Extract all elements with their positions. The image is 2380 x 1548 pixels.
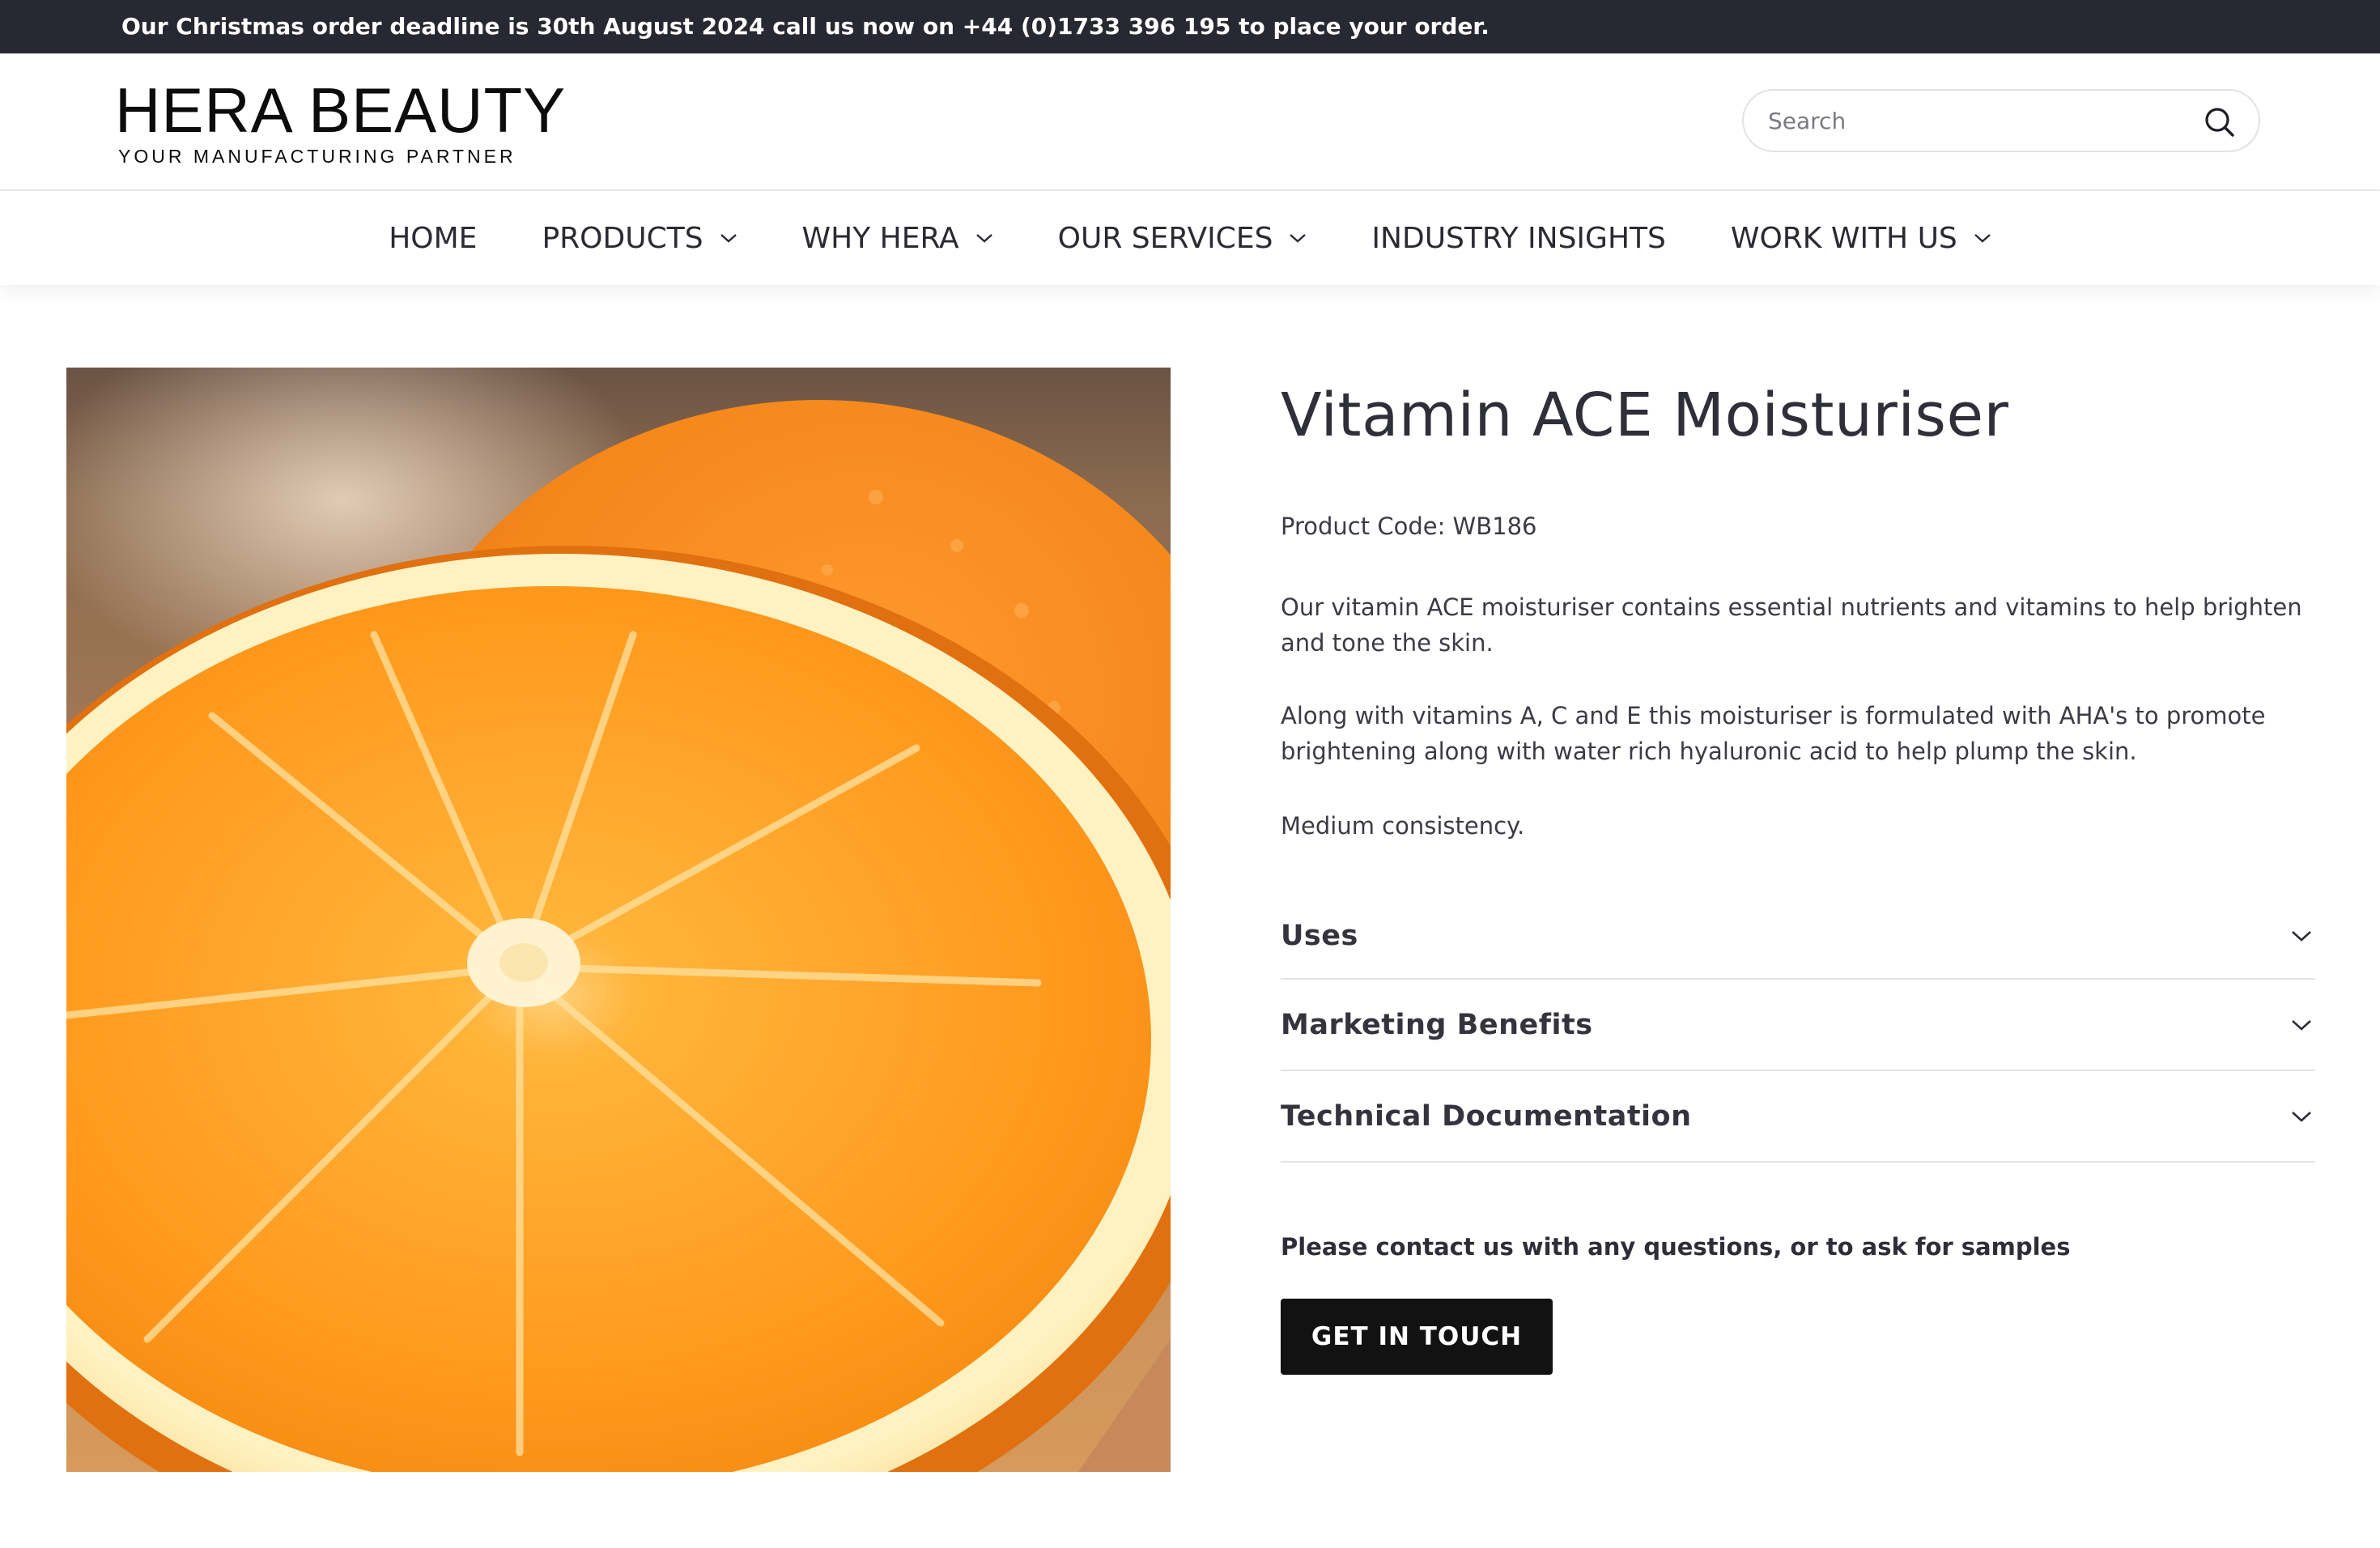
product-description: Our vitamin ACE moisturiser contains ess… bbox=[1281, 593, 2302, 657]
orange-slice-illustration bbox=[66, 400, 1171, 1472]
search-box bbox=[1742, 89, 2260, 152]
accordion-uses[interactable]: Uses bbox=[1281, 894, 2315, 980]
product-description: Medium consistency. bbox=[1281, 812, 1525, 840]
contact-note: Please contact us with any questions, or… bbox=[1281, 1233, 2071, 1261]
nav-item-industry-insights[interactable]: INDUSTRY INSIGHTS bbox=[1339, 191, 1698, 285]
logo-wordmark: HERA BEAUTY bbox=[115, 74, 567, 146]
chevron-down-icon bbox=[1289, 232, 1307, 244]
nav-item-label: WORK WITH US bbox=[1730, 221, 1957, 255]
chevron-down-icon bbox=[975, 232, 993, 244]
nav-item-home[interactable]: HOME bbox=[356, 191, 509, 285]
product-title: Vitamin ACE Moisturiser bbox=[1281, 381, 2009, 450]
search-input[interactable] bbox=[1768, 100, 2189, 141]
site-header: HERA BEAUTY YOUR MANUFACTURING PARTNER bbox=[0, 53, 2380, 191]
nav-item-label: HOME bbox=[389, 221, 478, 255]
product-code: Product Code: WB186 bbox=[1281, 512, 1537, 540]
accordion-label: Marketing Benefits bbox=[1281, 1008, 1593, 1041]
nav-item-label: OUR SERVICES bbox=[1057, 221, 1273, 255]
get-in-touch-button[interactable]: GET IN TOUCH bbox=[1281, 1299, 1553, 1375]
logo-tagline: YOUR MANUFACTURING PARTNER bbox=[118, 146, 516, 167]
nav-item-work-with-us[interactable]: WORK WITH US bbox=[1698, 191, 2024, 285]
chevron-down-icon bbox=[2291, 1110, 2312, 1123]
main-nav: HOME PRODUCTS WHY HERA OUR SERVICES INDU… bbox=[0, 191, 2380, 285]
accordion-label: Uses bbox=[1281, 920, 1358, 952]
accordion-label: Technical Documentation bbox=[1281, 1099, 1692, 1133]
announcement-bar: Our Christmas order deadline is 30th Aug… bbox=[0, 0, 2380, 53]
chevron-down-icon bbox=[2291, 929, 2312, 942]
nav-item-label: INDUSTRY INSIGHTS bbox=[1371, 221, 1666, 255]
nav-item-label: WHY HERA bbox=[801, 221, 959, 255]
accordion-technical-documentation[interactable]: Technical Documentation bbox=[1281, 1071, 2315, 1163]
chevron-down-icon bbox=[1974, 232, 1991, 244]
nav-item-label: PRODUCTS bbox=[542, 221, 703, 255]
nav-item-why-hera[interactable]: WHY HERA bbox=[770, 191, 1026, 285]
announcement-text: Our Christmas order deadline is 30th Aug… bbox=[121, 13, 1490, 40]
product-image[interactable] bbox=[66, 368, 1171, 1472]
logo[interactable]: HERA BEAUTY YOUR MANUFACTURING PARTNER bbox=[115, 78, 566, 168]
chevron-down-icon bbox=[2291, 1019, 2312, 1031]
product-info: Vitamin ACE Moisturiser Product Code: WB… bbox=[1281, 368, 2315, 1375]
product-accordion: Uses Marketing Benefits Technical Docume… bbox=[1281, 894, 2315, 1163]
nav-item-products[interactable]: PRODUCTS bbox=[509, 191, 769, 285]
nav-item-our-services[interactable]: OUR SERVICES bbox=[1026, 191, 1340, 285]
chevron-down-icon bbox=[720, 232, 737, 244]
search-icon[interactable] bbox=[2202, 104, 2238, 140]
product-description: Along with vitamins A, C and E this mois… bbox=[1281, 702, 2266, 765]
accordion-marketing-benefits[interactable]: Marketing Benefits bbox=[1281, 980, 2315, 1071]
